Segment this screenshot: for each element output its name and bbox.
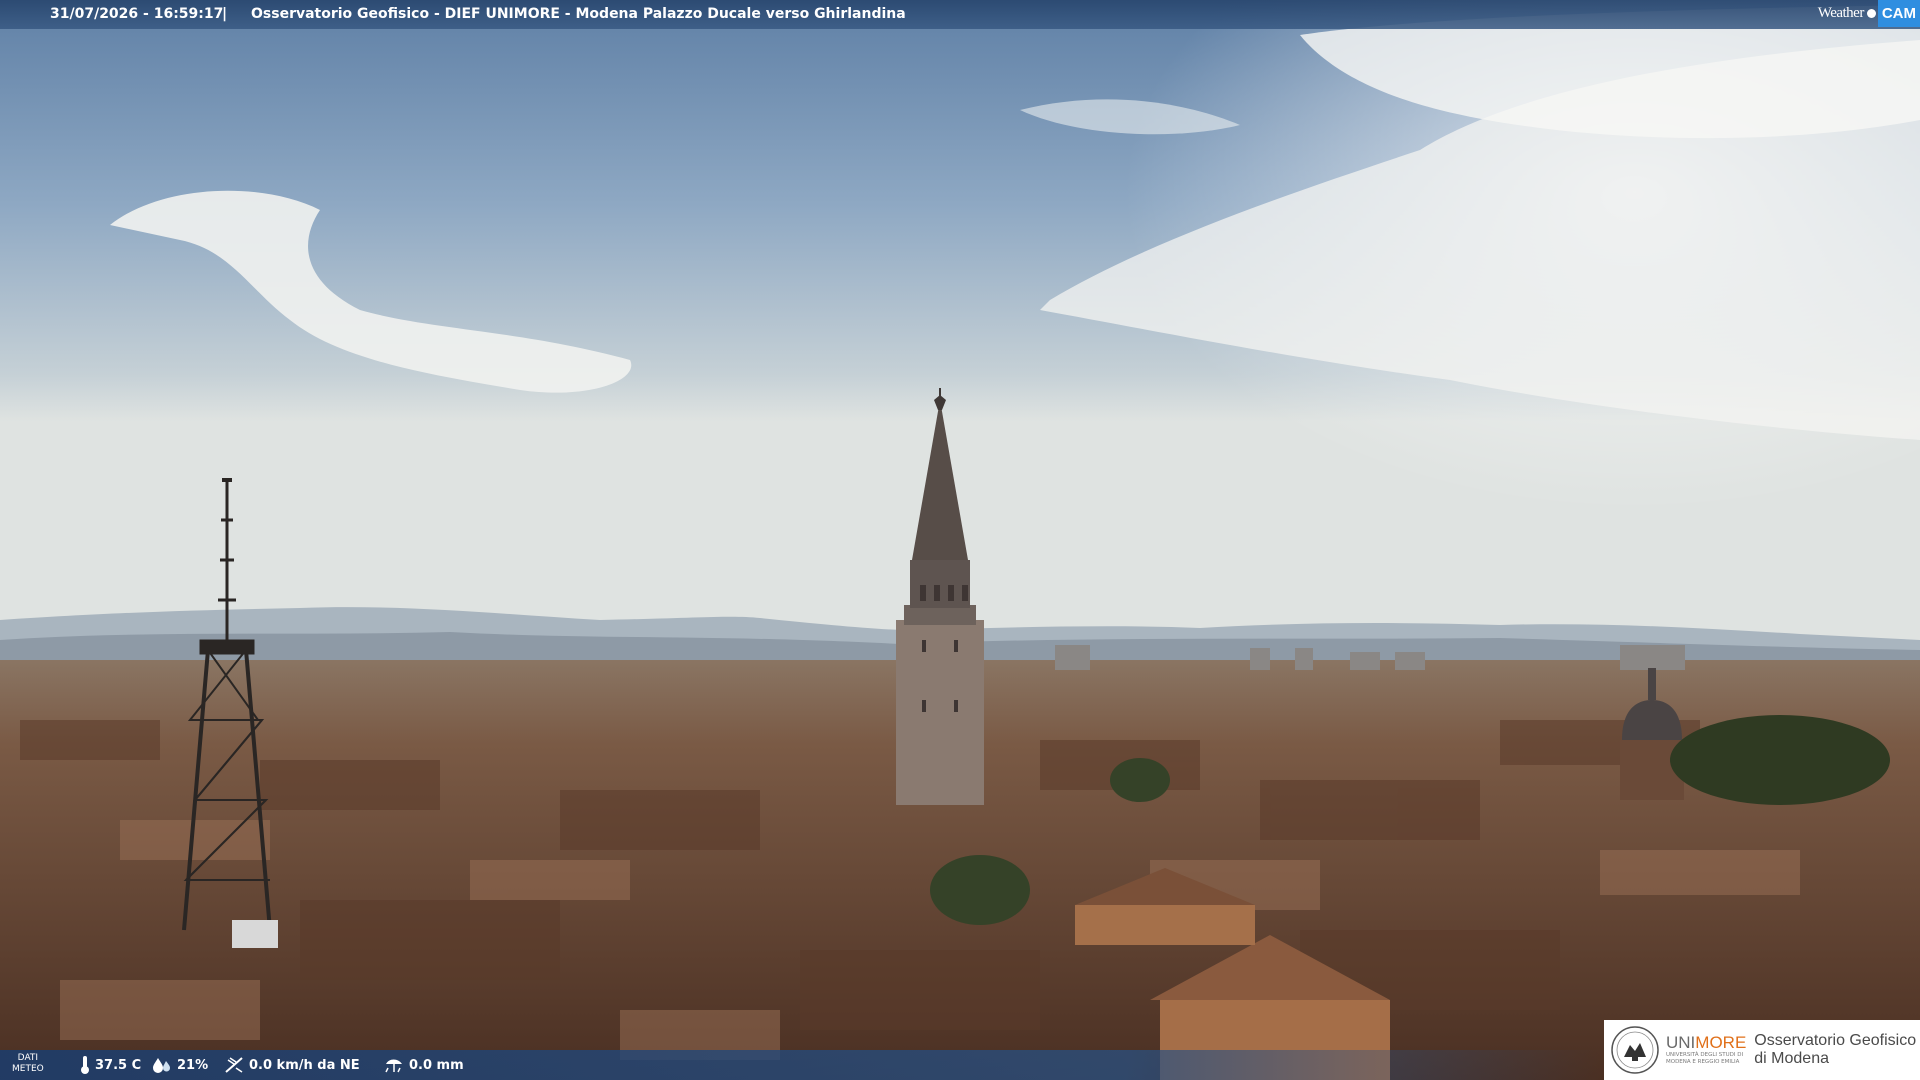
weather-data-bar: DATI METEO 37.5 C 21% 0.0 km/h da NE 0.0… (0, 1050, 1604, 1080)
observatory-logo: UNIMORE UNIVERSITÀ DEGLI STUDI DI MODENA… (1604, 1020, 1920, 1080)
humidity-icon (152, 1056, 172, 1074)
humidity-reading: 21% (152, 1050, 208, 1080)
timestamp: 31/07/2026 - 16:59:17 (50, 6, 224, 22)
weathercam-logo: Weather CAM (1812, 0, 1920, 27)
camera-title: Osservatorio Geofisico - DIEF UNIMORE - … (251, 6, 906, 22)
dati-meteo-label: DATI METEO (12, 1053, 44, 1075)
wind-reading: 0.0 km/h da NE (224, 1050, 360, 1080)
weathercam-cam: CAM (1877, 0, 1920, 27)
humidity-value: 21% (177, 1057, 209, 1073)
weathercam-word: Weather (1817, 5, 1865, 21)
university-sub-1: UNIVERSITÀ DEGLI STUDI DI (1666, 1052, 1744, 1058)
wind-icon (224, 1056, 244, 1074)
university-sub-2: MODENA E REGGIO EMILIA (1666, 1059, 1740, 1065)
thermometer-icon (80, 1055, 90, 1075)
unimore-more: MORE (1695, 1033, 1747, 1052)
rain-reading: 0.0 mm (384, 1050, 464, 1080)
dati-text: DATI (17, 1053, 39, 1063)
unimore-uni: UNI (1666, 1033, 1696, 1052)
wind-value: 0.0 km/h da NE (249, 1057, 360, 1073)
webcam-view (0, 0, 1920, 1080)
top-info-bar: 31/07/2026 - 16:59:17 | Osservatorio Geo… (0, 0, 1920, 29)
unimore-logotype: UNIMORE UNIVERSITÀ DEGLI STUDI DI MODENA… (1666, 1034, 1746, 1066)
weathercam-dot-icon (1866, 9, 1876, 18)
observatory-name: Osservatorio Geofisico di Modena (1754, 1032, 1916, 1068)
temperature-reading: 37.5 C (80, 1050, 141, 1080)
rain-value: 0.0 mm (409, 1057, 464, 1073)
observatory-line-1: Osservatorio Geofisico (1754, 1032, 1917, 1049)
separator: | (222, 6, 228, 22)
rain-icon (384, 1056, 404, 1074)
observatory-line-2: di Modena (1754, 1050, 1829, 1067)
university-seal-icon (1611, 1026, 1659, 1074)
temperature-value: 37.5 C (95, 1057, 142, 1073)
meteo-text: METEO (12, 1064, 44, 1074)
